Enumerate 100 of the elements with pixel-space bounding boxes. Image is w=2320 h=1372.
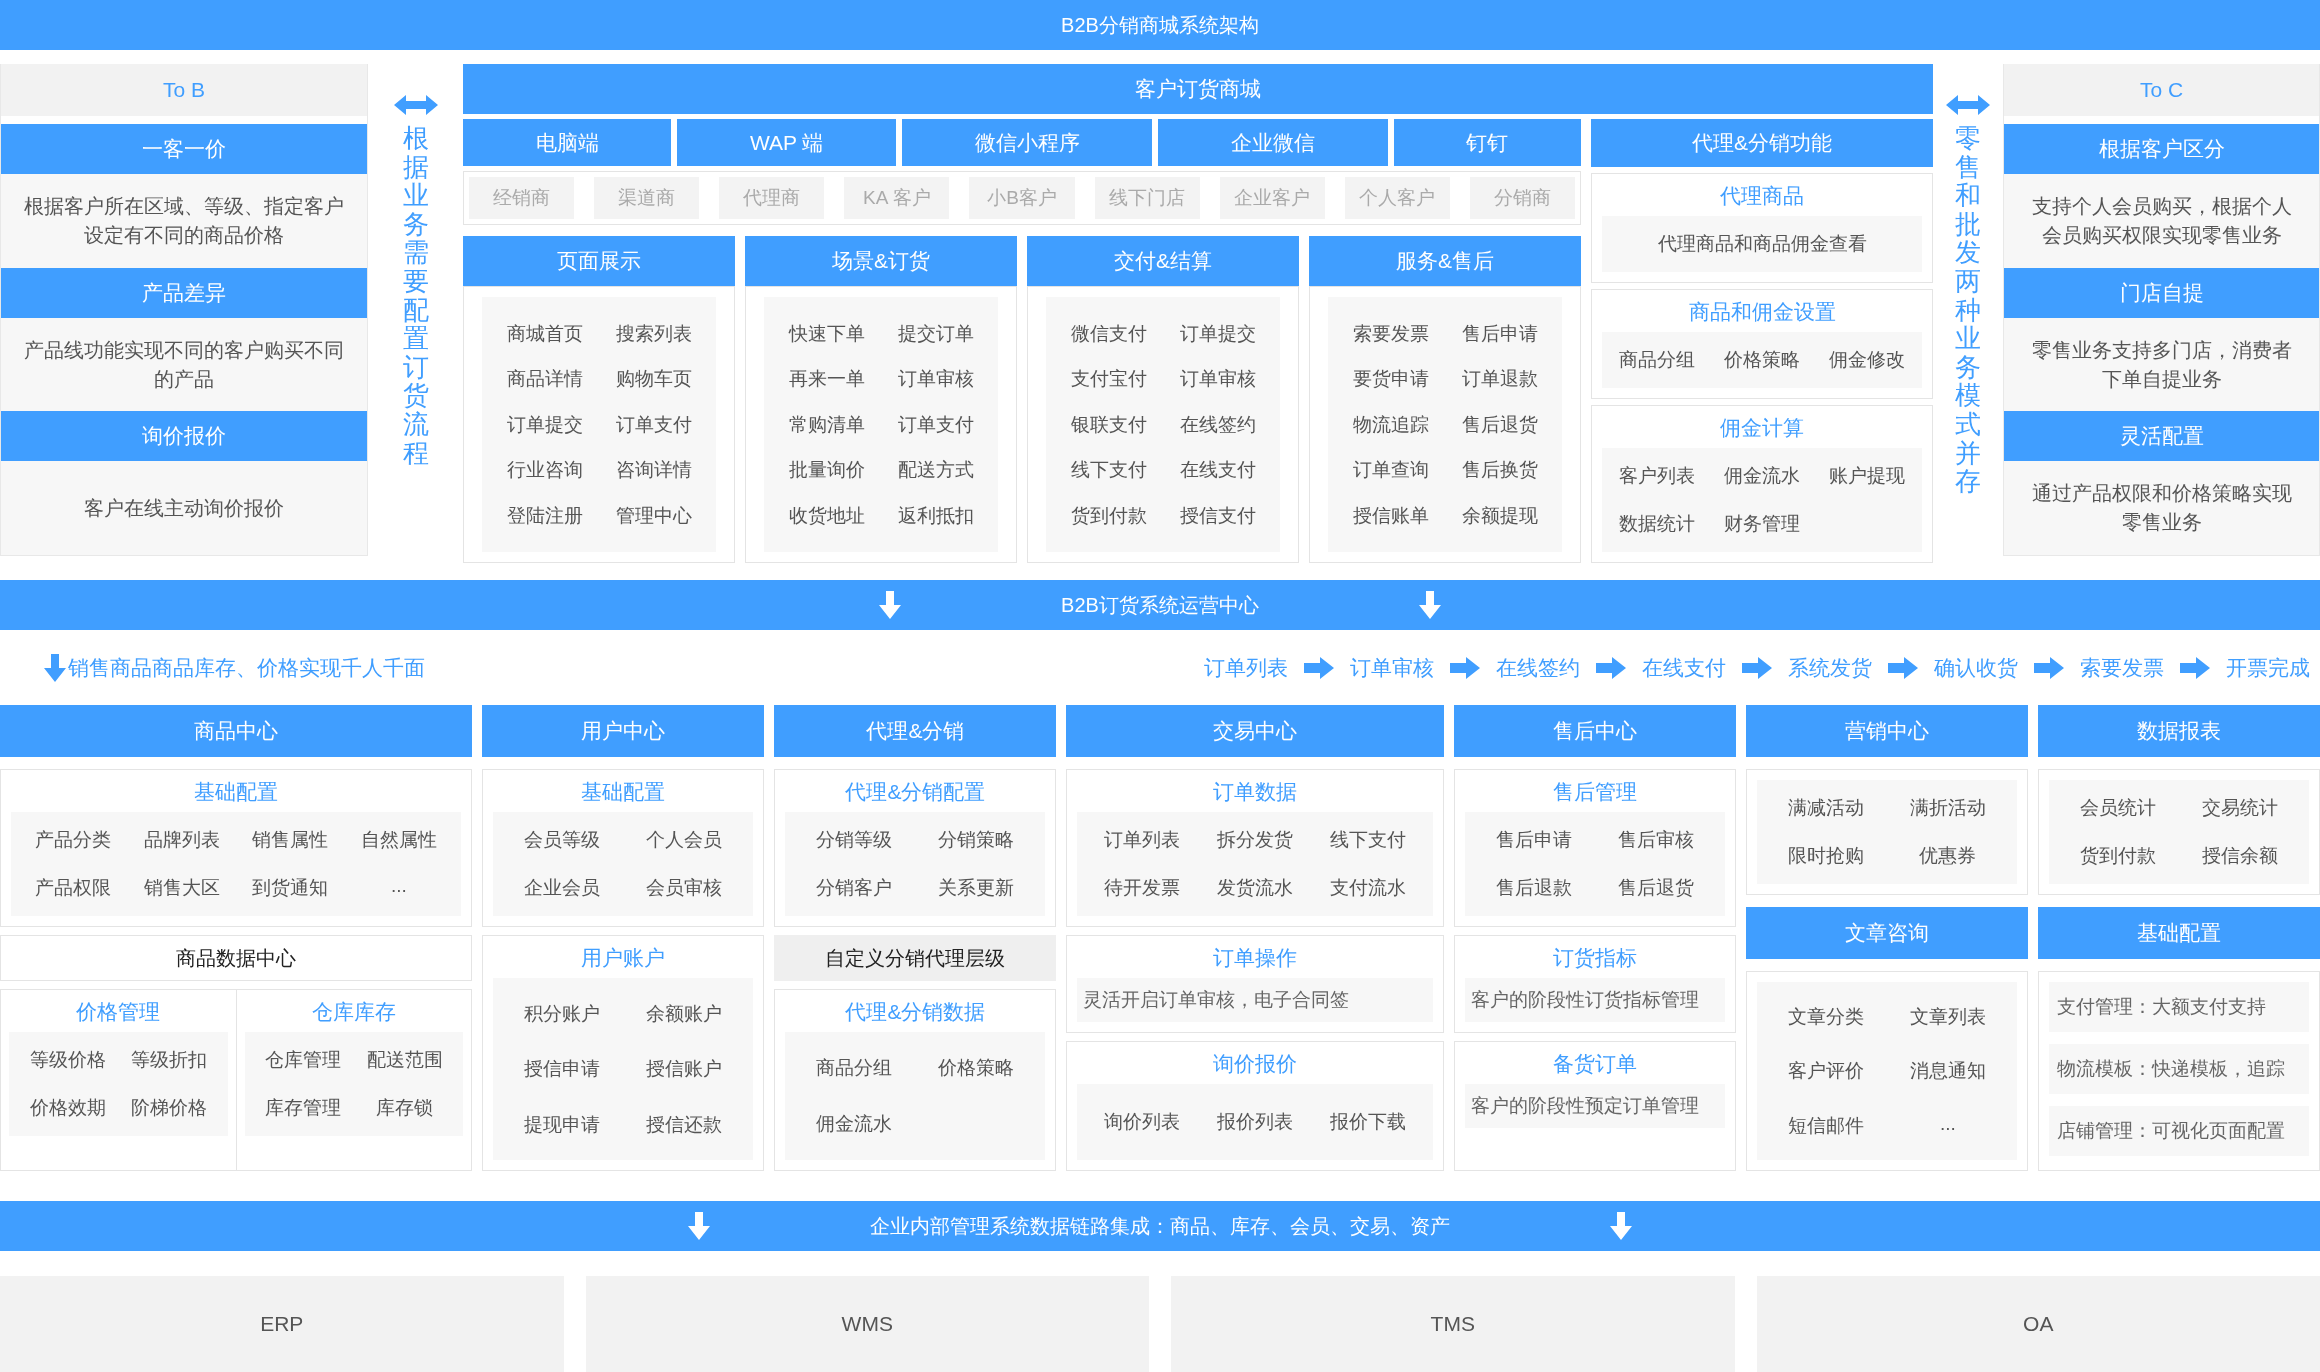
group-title: 订货指标: [1551, 945, 1638, 971]
item-label: 支付流水: [1330, 876, 1407, 900]
item-label: 佣金流水: [1724, 464, 1800, 488]
description-text: 客户在线主动询价报价: [1, 461, 367, 555]
channel-header: 微信小程序: [902, 119, 1153, 166]
item-label: 购物车页: [615, 367, 692, 391]
double-arrow-icon: [393, 94, 438, 116]
center-header: 营销中心: [1745, 705, 2028, 757]
item-label: 财务管理: [1724, 512, 1800, 536]
panel-header: 代理&分销功能: [1591, 119, 1933, 167]
item-label: 报价下载: [1330, 1110, 1407, 1134]
note-text: 支付管理：大额支付支持: [2048, 982, 2309, 1032]
item-label: 收货地址: [788, 503, 865, 528]
item-label: 关系更新: [938, 876, 1015, 900]
group-title: 代理&分销配置: [844, 779, 987, 805]
item-label: 会员统计: [2079, 796, 2156, 820]
customer-type-tag: 企业客户: [1219, 177, 1325, 219]
item-label: 售后审核: [1617, 828, 1694, 852]
customer-type-tag: 小B客户: [969, 177, 1075, 219]
customer-type-tag: 分销商: [1469, 177, 1575, 219]
section-header: 询价报价: [1, 411, 367, 462]
center-header: 代理&分销: [774, 705, 1057, 757]
description-text: 根据客户所在区域、等级、指定客户设定有不同的商品价格: [1, 174, 367, 268]
item-label: 会员审核: [646, 876, 723, 900]
channel-header: 钉钉: [1393, 119, 1581, 166]
flow-step: 确认收货: [1934, 653, 2018, 682]
flow-step: 开票完成: [2226, 653, 2310, 682]
customer-type-tag: 渠道商: [594, 177, 700, 219]
channel-header: WAP 端: [677, 119, 897, 166]
item-label: 在线签约: [1179, 412, 1256, 437]
item-label: 限时抢购: [1787, 844, 1864, 868]
item-label: 管理中心: [615, 503, 692, 528]
item-label: 授信余额: [2201, 844, 2278, 868]
item-label: 库存锁: [376, 1096, 434, 1120]
item-label: 会员等级: [524, 828, 601, 852]
item-label: 价格策略: [938, 1056, 1015, 1080]
group-title: 订单数据: [1212, 779, 1299, 805]
item-label: 授信账户: [646, 1057, 723, 1081]
item-label: 提交订单: [897, 321, 974, 346]
banner-text: 企业内部管理系统数据链路集成：商品、库存、会员、交易、资产: [870, 1213, 1450, 1239]
panel-header: To B: [1, 64, 367, 116]
item-label: 订单提交: [506, 412, 583, 437]
panel-header: To C: [2004, 64, 2319, 116]
customer-type-tag: KA 客户: [844, 177, 950, 219]
section-header: 一客一价: [1, 124, 367, 174]
item-label: 客户列表: [1619, 464, 1696, 488]
item-label: 咨询详情: [615, 458, 692, 482]
down-arrow-icon: [44, 653, 66, 682]
item-label: 产品分类: [35, 828, 112, 852]
item-label: 库存管理: [265, 1096, 342, 1120]
item-label: 授信申请: [524, 1057, 601, 1081]
group-title: 订单操作: [1212, 945, 1299, 971]
item-label: 佣金修改: [1828, 348, 1905, 372]
item-label: 销售属性: [252, 828, 329, 852]
flow-step: 在线支付: [1642, 653, 1726, 682]
item-label: 商城首页: [506, 321, 583, 346]
item-label: 满折活动: [1909, 796, 1986, 820]
group-title: 仓库库存: [310, 999, 397, 1025]
item-label: 商品详情: [506, 367, 583, 391]
group-title: 备货订单: [1551, 1051, 1638, 1077]
item-label: 行业咨询: [506, 458, 583, 482]
item-label: 商品分组: [1619, 348, 1696, 372]
item-label: 代理商品和商品佣金查看: [1657, 232, 1867, 256]
item-label: 数据统计: [1619, 512, 1696, 536]
group-title: 佣金计算: [1719, 415, 1805, 441]
item-label: 货到付款: [1070, 503, 1147, 528]
item-label: 货到付款: [2079, 844, 2156, 868]
item-label: 分销客户: [816, 876, 893, 900]
module-header: 场景&订货: [745, 236, 1017, 286]
mall-header: 客户订货商城: [463, 64, 1933, 114]
item-label: 企业会员: [524, 876, 601, 900]
vertical-note: 零售和批发两种业务模式并存: [1955, 124, 1981, 496]
item-label: 订单支付: [897, 412, 974, 437]
section-header: 根据客户区分: [2004, 124, 2319, 174]
note-text: 灵活开启订单审核，电子合同签: [1077, 978, 1433, 1022]
item-label: 文章分类: [1787, 1004, 1864, 1029]
item-label: 询价列表: [1103, 1110, 1180, 1134]
item-label: ...: [1939, 1111, 1956, 1136]
item-label: 等级折扣: [130, 1048, 207, 1072]
item-label: 销售大区: [143, 876, 220, 900]
item-label: 报价列表: [1217, 1110, 1294, 1134]
right-arrow-icon: [2034, 656, 2064, 679]
center-header: 交易中心: [1066, 705, 1444, 757]
banner-text: B2B订货系统运营中心: [1061, 592, 1259, 618]
item-label: 分销等级: [816, 828, 893, 852]
group-title: 用户账户: [580, 945, 667, 971]
item-label: 订单提交: [1179, 321, 1256, 346]
item-label: 售后退货: [1461, 412, 1538, 437]
flow-step: 订单列表: [1204, 653, 1288, 682]
item-label: 交易统计: [2201, 796, 2278, 820]
item-label: 提现申请: [524, 1112, 601, 1137]
customer-type-tag: 个人客户: [1344, 177, 1450, 219]
right-arrow-icon: [1596, 656, 1626, 679]
note-text: 物流模板：快递模板，追踪: [2048, 1044, 2309, 1094]
item-label: 返利抵扣: [897, 503, 974, 528]
description-text: 支持个人会员购买，根据个人会员购买权限实现零售业务: [2004, 174, 2319, 268]
right-arrow-icon: [1450, 656, 1480, 679]
group-title: 价格管理: [75, 999, 162, 1025]
item-label: 常购清单: [788, 412, 865, 437]
item-label: 待开发票: [1103, 876, 1180, 900]
